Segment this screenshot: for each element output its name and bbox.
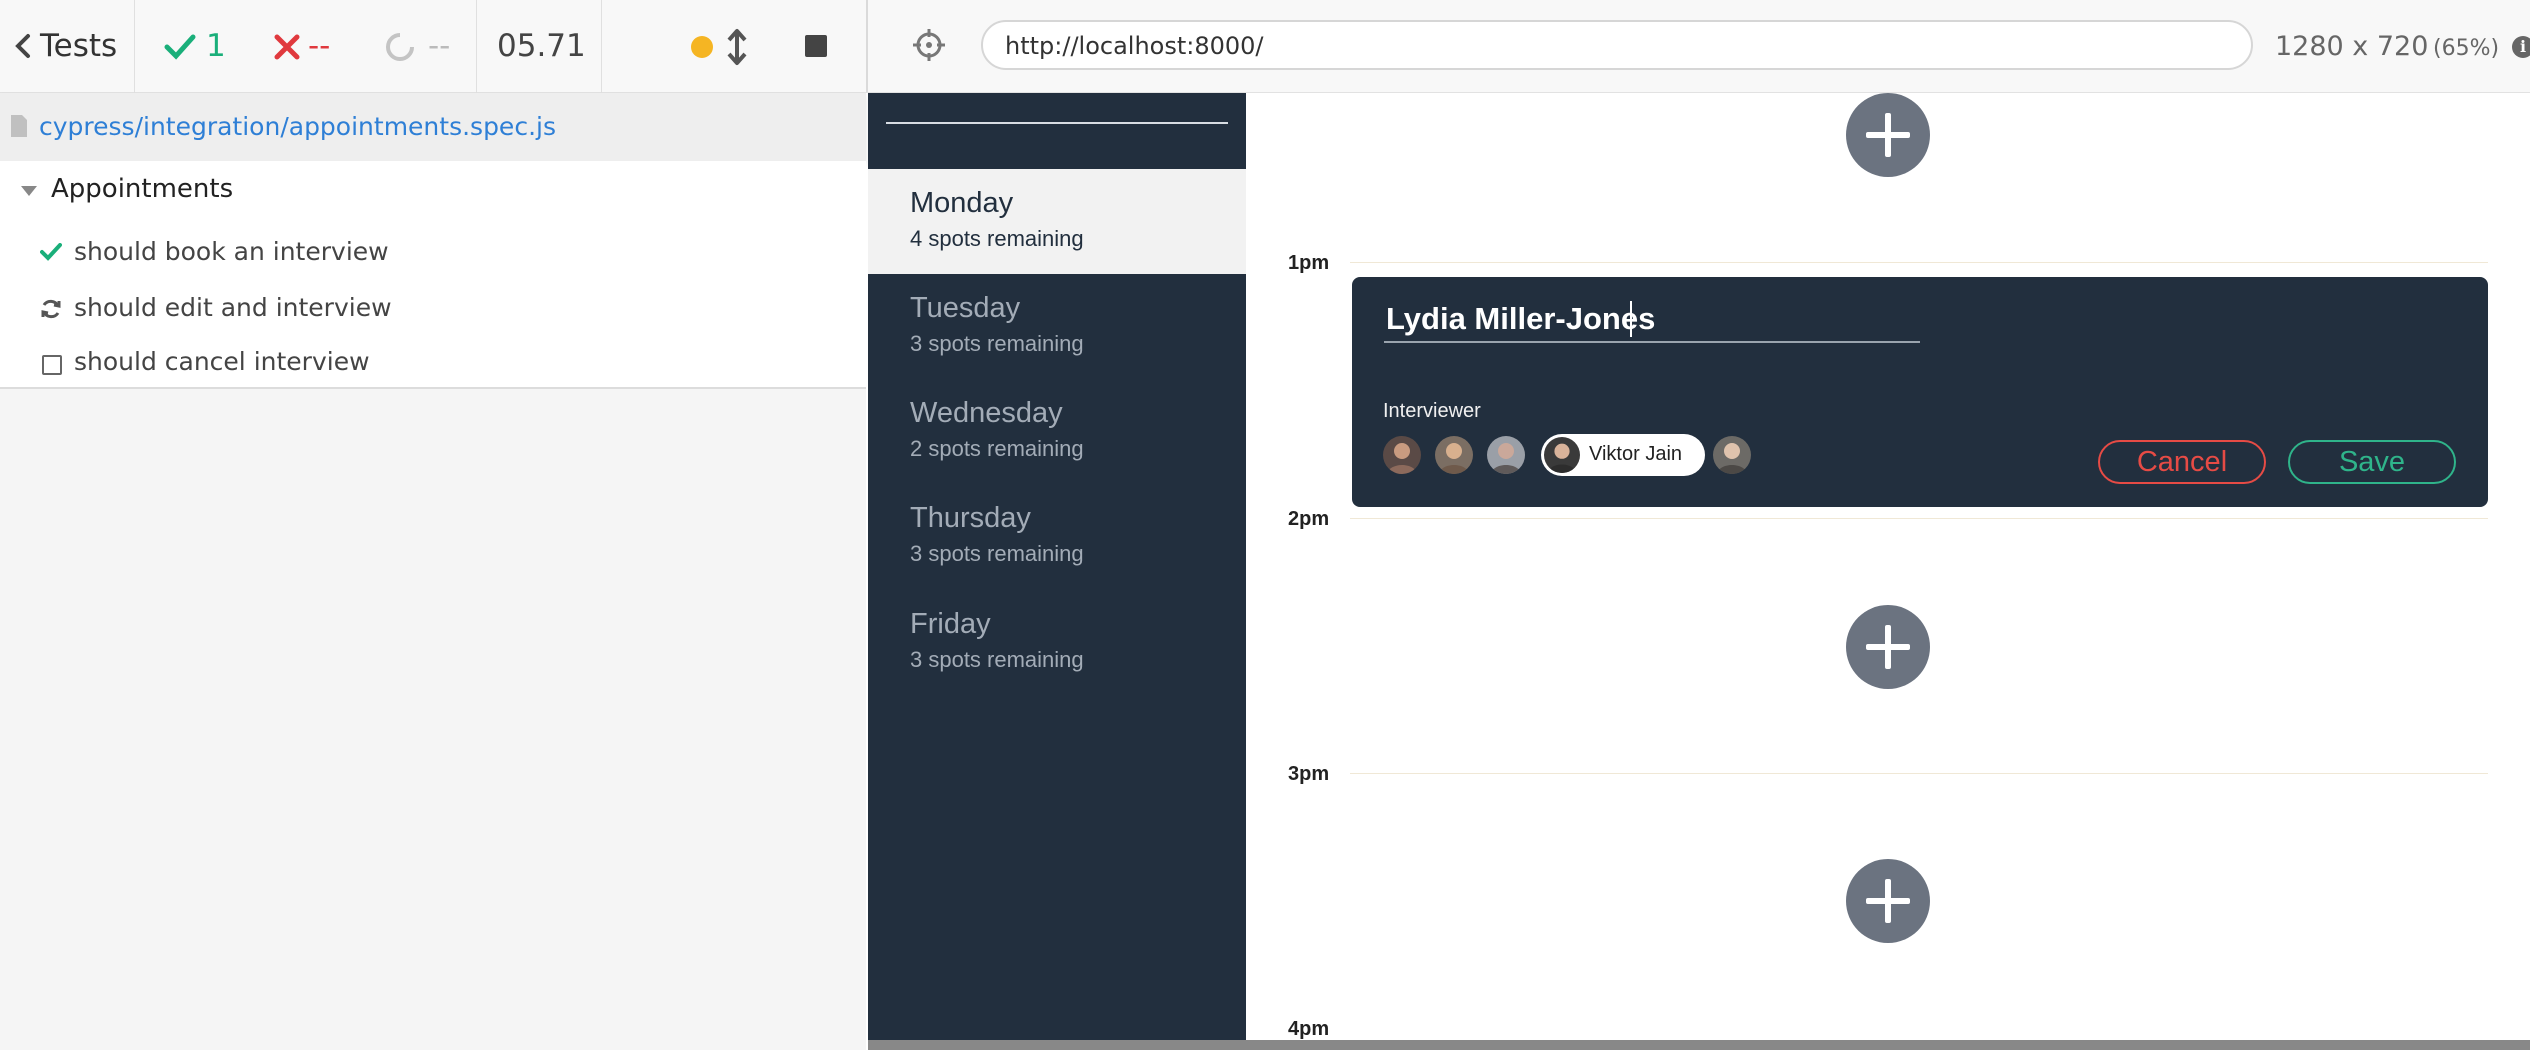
test-label: should edit and interview [74, 293, 392, 322]
save-button[interactable]: Save [2288, 440, 2456, 484]
add-appointment-button[interactable] [1846, 859, 1930, 943]
stop-button[interactable] [805, 35, 827, 57]
failed-count: -- [308, 28, 331, 64]
selected-interviewer-chip[interactable]: Viktor Jain [1541, 434, 1705, 476]
url-text: http://localhost:8000/ [1005, 32, 1264, 60]
cancel-button[interactable]: Cancel [2098, 440, 2266, 484]
tests-nav-button[interactable]: Tests [0, 0, 134, 93]
day-spots: 3 spots remaining [910, 331, 1084, 356]
test-label: should cancel interview [74, 347, 370, 376]
spec-file-link[interactable]: cypress/integration/appointments.spec.js [39, 112, 556, 141]
day-sidebar: Monday 4 spots remaining Tuesday 3 spots… [868, 93, 1246, 1040]
x-icon [274, 34, 300, 60]
interviewer-avatar [1544, 437, 1580, 473]
person-icon [1491, 443, 1521, 474]
viewport-scale: (65%) [2433, 36, 2500, 61]
file-icon [11, 115, 27, 137]
slot-divider [1350, 518, 2488, 519]
spinner-icon [386, 32, 415, 61]
time-label: 4pm [1288, 1018, 1330, 1040]
suite-title[interactable]: Appointments [51, 174, 233, 204]
day-item-monday[interactable]: Monday 4 spots remaining [868, 169, 1246, 274]
passed-count: 1 [206, 28, 226, 64]
interviewer-avatar[interactable] [1487, 436, 1525, 474]
input-underline [1384, 341, 1920, 343]
day-spots: 3 spots remaining [910, 541, 1084, 566]
viewport-size: 1280 x 720 [2275, 31, 2429, 62]
pending-count: -- [428, 28, 451, 64]
day-item-wednesday[interactable]: Wednesday 2 spots remaining [868, 379, 1246, 484]
appointment-form: Lydia Miller-Jones Interviewer Viktor Ja… [1352, 277, 2488, 507]
person-icon [1387, 443, 1417, 474]
day-item-friday[interactable]: Friday 3 spots remaining [868, 590, 1246, 695]
info-icon[interactable]: i [2512, 36, 2530, 58]
interviewer-avatar[interactable] [1713, 436, 1751, 474]
person-icon [1439, 443, 1469, 474]
day-spots: 3 spots remaining [910, 647, 1084, 672]
add-appointment-button[interactable] [1846, 605, 1930, 689]
add-appointment-button[interactable] [1846, 93, 1930, 177]
test-suite: Appointments should book an interview sh… [0, 161, 866, 389]
runner-header: Tests 1 -- -- 05.71 [0, 0, 866, 93]
person-icon [1547, 443, 1577, 473]
caret-down-icon[interactable] [20, 185, 38, 197]
day-name: Tuesday [910, 292, 1021, 324]
interviewer-avatar[interactable] [1383, 436, 1421, 474]
check-icon [40, 243, 62, 261]
test-row[interactable]: should edit and interview [0, 285, 866, 333]
failed-stat: -- [272, 0, 362, 93]
checkbox-icon [42, 355, 62, 375]
day-name: Monday [910, 187, 1014, 219]
selector-playground-icon[interactable] [912, 28, 946, 62]
running-indicator-icon [691, 36, 713, 58]
student-name-input[interactable]: Lydia Miller-Jones [1386, 301, 1655, 337]
time-label: 2pm [1288, 508, 1330, 530]
check-icon [164, 34, 196, 60]
day-name: Thursday [910, 502, 1031, 534]
test-row[interactable]: should cancel interview [0, 341, 866, 389]
day-spots: 4 spots remaining [910, 226, 1084, 251]
day-item-tuesday[interactable]: Tuesday 3 spots remaining [868, 274, 1246, 379]
pending-stat: -- [384, 0, 474, 93]
day-spots: 2 spots remaining [910, 436, 1084, 461]
text-cursor [1630, 301, 1632, 337]
day-name: Friday [910, 608, 991, 640]
vertical-resize-icon[interactable] [725, 28, 749, 66]
person-icon [1717, 443, 1747, 474]
time-label: 1pm [1288, 252, 1330, 274]
test-row[interactable]: should book an interview [0, 229, 866, 277]
viewport-bottom-edge [868, 1040, 2530, 1050]
refresh-icon [41, 299, 61, 319]
duration: 05.71 [497, 28, 586, 64]
time-label: 3pm [1288, 763, 1330, 785]
spec-file-bar: cypress/integration/appointments.spec.js [0, 93, 866, 161]
url-bar[interactable]: http://localhost:8000/ [981, 20, 2253, 70]
passed-stat: 1 [160, 0, 240, 93]
tests-label: Tests [40, 28, 118, 64]
interviewer-avatar[interactable] [1435, 436, 1473, 474]
sidebar-divider [886, 122, 1228, 124]
chevron-left-icon [15, 34, 30, 58]
day-item-thursday[interactable]: Thursday 3 spots remaining [868, 484, 1246, 589]
slot-divider [1350, 262, 2488, 263]
selected-interviewer-name: Viktor Jain [1589, 443, 1683, 465]
test-label: should book an interview [74, 237, 389, 266]
slot-divider [1350, 773, 2488, 774]
interviewer-label: Interviewer [1383, 400, 1481, 422]
day-name: Wednesday [910, 397, 1063, 429]
